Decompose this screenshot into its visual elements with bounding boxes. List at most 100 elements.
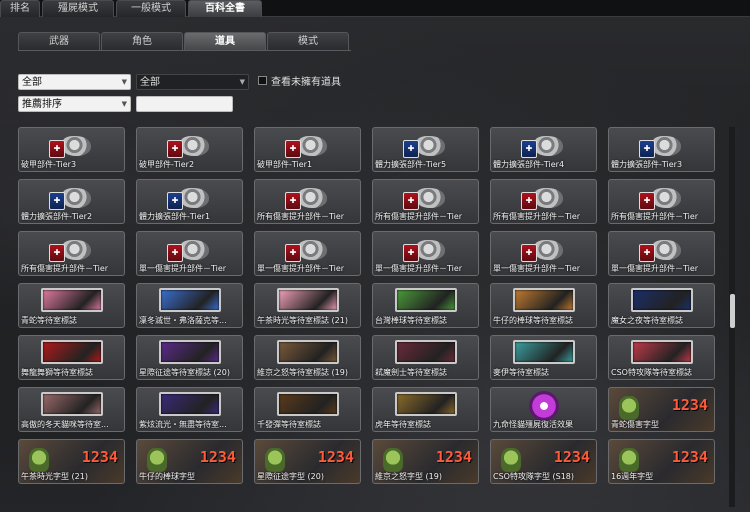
item-card[interactable]: 1234 星際征途字型 (20) [254,439,361,484]
chevron-down-icon: ▼ [239,78,245,86]
emblem-image [395,392,457,416]
item-card[interactable]: 魔女之夜等待室標誌 [608,283,715,328]
item-card[interactable]: ✚ 所有傷害提升部件－Tier [18,231,125,276]
part-icon: ✚ [167,134,213,160]
gear-icon [415,136,445,156]
font-sample: 1234 [317,448,354,466]
item-card[interactable]: 紫炫流光・無盡等待室... [136,387,243,432]
emblem-image [277,288,339,312]
tab-encyclopedia[interactable]: 百科全書 [188,0,262,17]
item-card[interactable]: 牛仔的棒球等待室標誌 [490,283,597,328]
item-card[interactable]: ✚ 體力擴張部件-Tier2 [18,179,125,224]
emblem-image [395,340,457,364]
subtab-modes[interactable]: 模式 [267,32,349,51]
part-badge-icon: ✚ [167,244,183,262]
tab-zombie-mode[interactable]: 殭屍模式 [42,0,114,17]
emblem-image [513,288,575,312]
search-input[interactable] [136,96,233,112]
item-name: 破甲部件-Tier3 [21,160,77,169]
sort-select[interactable]: 推薦排序 ▼ [18,96,131,112]
subtab-weapons[interactable]: 武器 [18,32,100,51]
part-icon: ✚ [521,238,567,264]
gear-icon [415,240,445,260]
font-sample: 1234 [671,448,708,466]
item-card[interactable]: ✚ 體力擴張部件-Tier5 [372,127,479,172]
gear-icon [533,188,563,208]
item-card[interactable]: ✚ 體力擴張部件-Tier1 [136,179,243,224]
item-card[interactable]: ✚ 單一傷害提升部件－Tier [608,231,715,276]
subtab-items[interactable]: 道具 [184,32,266,51]
item-card[interactable]: ✚ 所有傷害提升部件－Tier [372,179,479,224]
category-select[interactable]: 全部 ▼ [18,74,131,90]
part-badge-icon: ✚ [639,192,655,210]
chevron-down-icon: ▼ [121,78,127,86]
item-card[interactable]: ✚ 單一傷害提升部件－Tier [490,231,597,276]
gear-icon [651,136,681,156]
item-card[interactable]: 高傲的冬天貓咪等待室... [18,387,125,432]
cat-spray-icon [529,391,559,421]
item-card[interactable]: 1234 午茶時光字型 (21) [18,439,125,484]
emblem-image [631,340,693,364]
item-card[interactable]: ✚ 單一傷害提升部件－Tier [372,231,479,276]
subcategory-select[interactable]: 全部 ▼ [136,74,249,90]
item-card[interactable]: ✚ 單一傷害提升部件－Tier [136,231,243,276]
item-card[interactable]: CSO特攻隊等待室標誌 [608,335,715,380]
item-card[interactable]: 1234 青蛇傷害字型 [608,387,715,432]
item-card[interactable]: 維京之怒等待室標誌 (19) [254,335,361,380]
item-card[interactable]: 台灣棒球等待室標誌 [372,283,479,328]
emblem-image [159,340,221,364]
item-card[interactable]: ✚ 破甲部件-Tier1 [254,127,361,172]
item-card[interactable]: 1234 牛仔的棒球字型 [136,439,243,484]
item-card[interactable]: 青蛇等待室標誌 [18,283,125,328]
item-card[interactable]: 凜冬滅世・弗洛薩克等... [136,283,243,328]
item-card[interactable]: 虎年等待室標誌 [372,387,479,432]
item-name: 所有傷害提升部件－Tier [493,212,581,221]
part-icon: ✚ [639,238,685,264]
tab-normal-mode[interactable]: 一般模式 [116,0,186,17]
item-card[interactable]: 千發彈等待室標誌 [254,387,361,432]
emblem-image [395,288,457,312]
item-card[interactable]: ✚ 所有傷害提升部件－Tier [608,179,715,224]
emblem-image [41,392,103,416]
item-card[interactable]: ✚ 破甲部件-Tier2 [136,127,243,172]
part-icon: ✚ [167,238,213,264]
item-card[interactable]: ✚ 破甲部件-Tier3 [18,127,125,172]
part-badge-icon: ✚ [521,140,537,158]
item-card[interactable]: 1234 16週年字型 [608,439,715,484]
item-card[interactable]: ✚ 所有傷害提升部件－Tier [254,179,361,224]
item-card[interactable]: 午茶時光等待室標誌 (21) [254,283,361,328]
item-card[interactable]: 弒魔劍士等待室標誌 [372,335,479,380]
item-card[interactable]: ✚ 單一傷害提升部件－Tier [254,231,361,276]
item-card[interactable]: 舞龍舞獅等待室標誌 [18,335,125,380]
sub-tab-bar: 武器 角色 道具 模式 [18,32,350,51]
tab-ranking[interactable]: 排名 [0,0,40,17]
gear-icon [533,240,563,260]
subtab-characters[interactable]: 角色 [101,32,183,51]
item-card[interactable]: ✚ 體力擴張部件-Tier3 [608,127,715,172]
show-unowned-checkbox[interactable] [258,76,267,85]
item-name: 牛仔的棒球字型 [139,472,195,481]
font-sample: 1234 [671,396,708,414]
item-card[interactable]: 星際征途等待室標誌 (20) [136,335,243,380]
item-card[interactable]: 1234 維京之怒字型 (19) [372,439,479,484]
gear-icon [297,188,327,208]
part-badge-icon: ✚ [403,192,419,210]
part-icon: ✚ [639,134,685,160]
gear-icon [415,188,445,208]
item-name: 破甲部件-Tier2 [139,160,195,169]
part-icon: ✚ [403,134,449,160]
item-name: 16週年字型 [611,472,654,481]
item-card[interactable]: 九命怪貓殭屍復活效果 [490,387,597,432]
item-card[interactable]: 1234 CSO特攻隊字型 (S18) [490,439,597,484]
item-name: 牛仔的棒球等待室標誌 [493,316,573,325]
item-name: 魔女之夜等待室標誌 [611,316,683,325]
item-card[interactable]: ✚ 體力擴張部件-Tier4 [490,127,597,172]
zombie-icon [619,448,639,472]
subcategory-select-value: 全部 [140,77,160,88]
category-select-value: 全部 [22,77,42,88]
item-card[interactable]: 麥伊等待室標誌 [490,335,597,380]
part-icon: ✚ [403,186,449,212]
item-card[interactable]: ✚ 所有傷害提升部件－Tier [490,179,597,224]
scrollbar-thumb[interactable] [730,294,735,328]
item-name: 星際征途字型 (20) [257,472,324,481]
